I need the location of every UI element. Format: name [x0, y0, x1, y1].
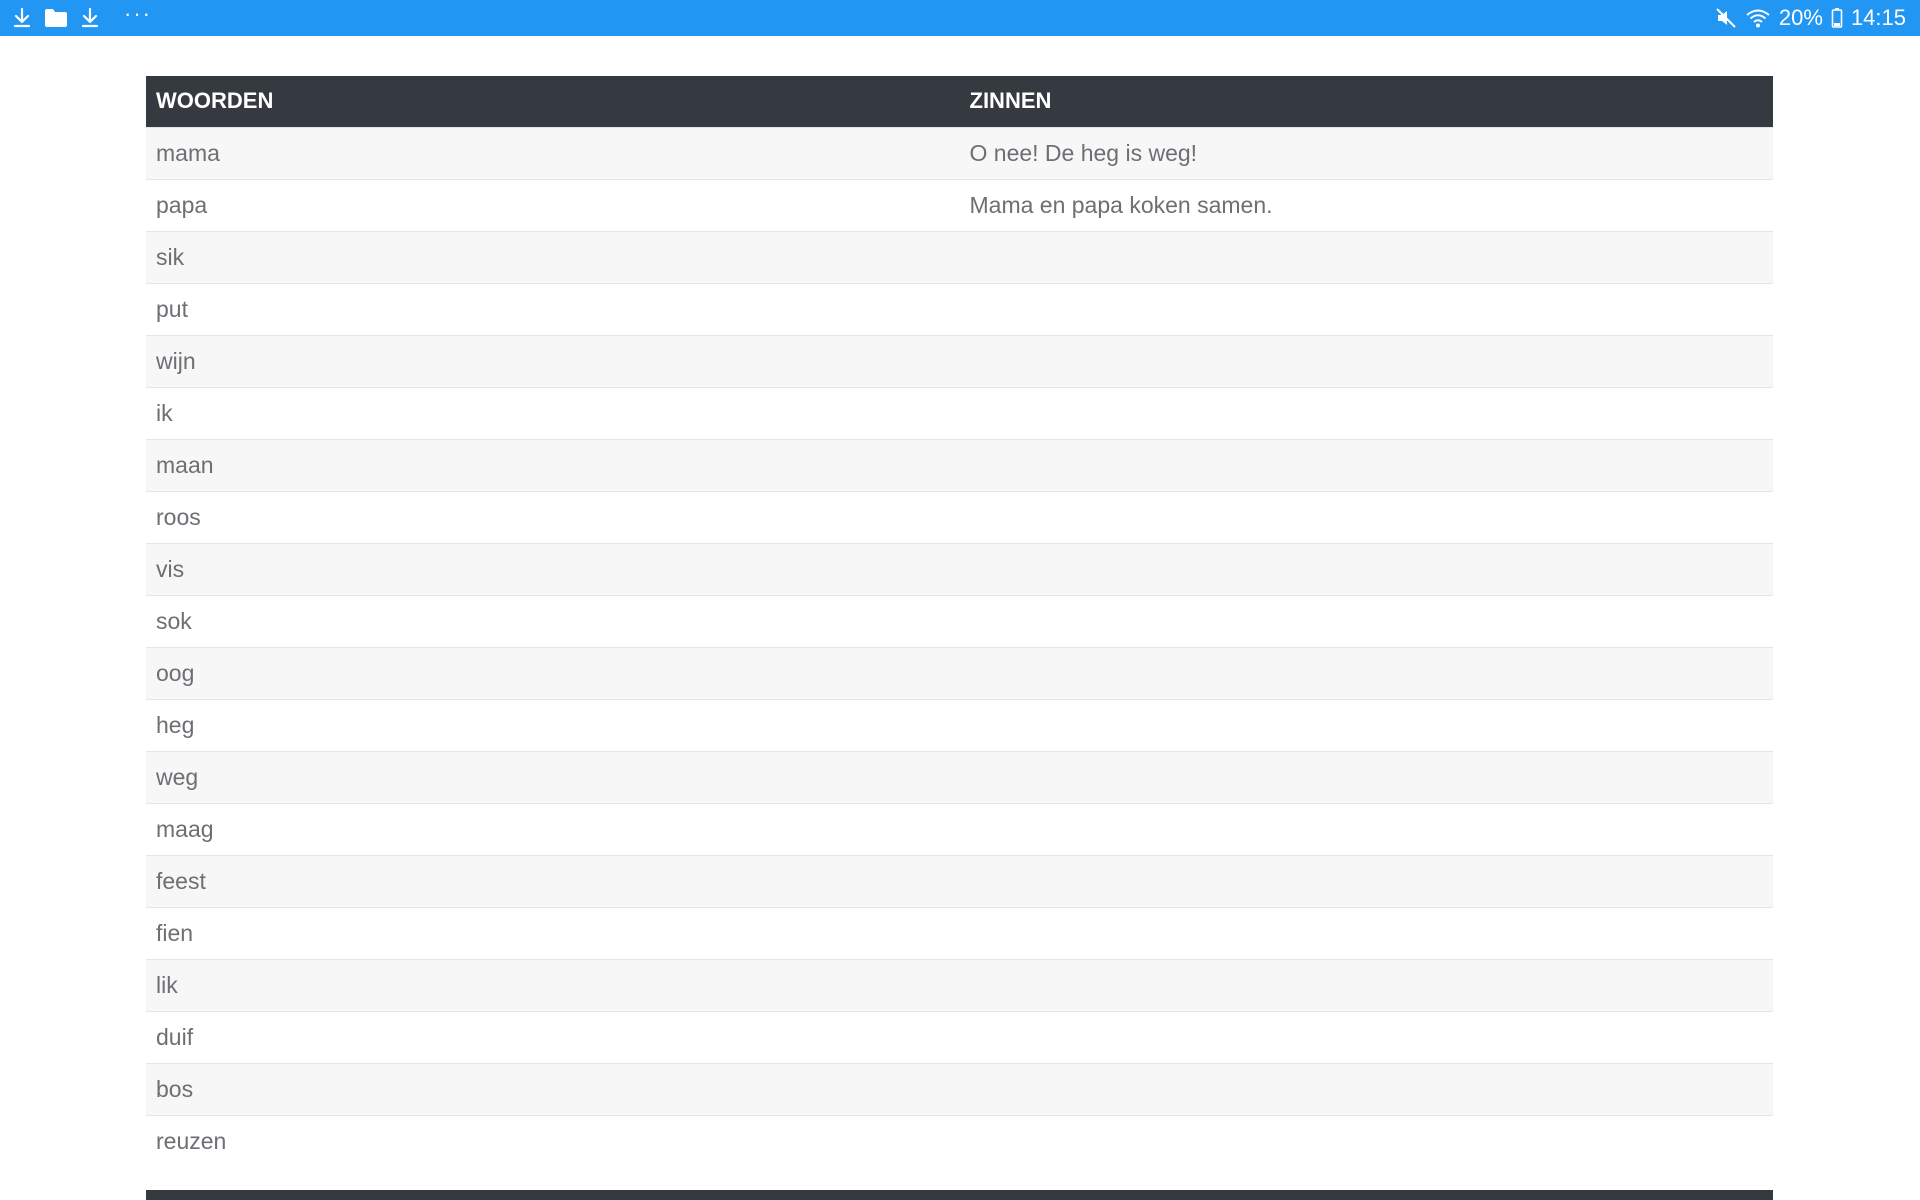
table-row: duif [146, 1010, 1773, 1063]
word-cell: heg [146, 698, 960, 751]
word-cell: weg [146, 750, 960, 803]
table-row: reuzen [146, 1114, 1773, 1167]
table-row: maag [146, 802, 1773, 855]
word-cell: sok [146, 594, 960, 647]
sentence-cell [959, 386, 1773, 439]
sentence-cell [959, 438, 1773, 491]
word-cell: mama [146, 126, 960, 179]
sentence-cell [959, 542, 1773, 595]
sentence-cell [959, 958, 1773, 1011]
mute-icon [1715, 7, 1737, 29]
sentence-cell [959, 854, 1773, 907]
sentence-cell [959, 282, 1773, 335]
sentence-cell [959, 906, 1773, 959]
table-row: maan [146, 438, 1773, 491]
word-cell: feest [146, 854, 960, 907]
battery-icon [1831, 7, 1843, 29]
word-table-container: WOORDEN ZINNEN mama O nee! De heg is weg!… [146, 76, 1773, 1167]
table-row: wijn [146, 334, 1773, 387]
next-table-header [146, 1190, 1773, 1200]
word-cell: oog [146, 646, 960, 699]
word-cell: lik [146, 958, 960, 1011]
word-cell: maan [146, 438, 960, 491]
word-cell: duif [146, 1010, 960, 1063]
table-row: sik [146, 230, 1773, 283]
word-cell: roos [146, 490, 960, 543]
word-cell: fien [146, 906, 960, 959]
table-row: papa Mama en papa koken samen. [146, 178, 1773, 231]
table-row: heg [146, 698, 1773, 751]
download-icon[interactable] [80, 7, 100, 29]
sentence-cell [959, 594, 1773, 647]
table-row: fien [146, 906, 1773, 959]
table-row: mama O nee! De heg is weg! [146, 126, 1773, 179]
table-row: weg [146, 750, 1773, 803]
status-bar-system: 20% 14:15 [1715, 5, 1906, 31]
word-cell: reuzen [146, 1114, 960, 1167]
sentence-cell [959, 802, 1773, 855]
status-bar: ··· 20% 14:15 [0, 0, 1920, 36]
sentence-cell [959, 1062, 1773, 1115]
word-table: WOORDEN ZINNEN mama O nee! De heg is weg!… [146, 76, 1773, 1167]
sentence-cell [959, 750, 1773, 803]
clock: 14:15 [1850, 5, 1906, 30]
more-icon[interactable]: ··· [124, 3, 152, 25]
word-cell: ik [146, 386, 960, 439]
sentence-cell [959, 1114, 1773, 1167]
status-bar-notifications: ··· [12, 3, 152, 29]
table-header-row: WOORDEN ZINNEN [146, 76, 1773, 127]
word-cell: bos [146, 1062, 960, 1115]
word-cell: vis [146, 542, 960, 595]
sentence-cell [959, 646, 1773, 699]
sentence-cell [959, 230, 1773, 283]
table-row: lik [146, 958, 1773, 1011]
sentence-cell: Mama en papa koken samen. [959, 178, 1773, 231]
table-row: sok [146, 594, 1773, 647]
folder-icon[interactable] [44, 8, 68, 28]
word-cell: wijn [146, 334, 960, 387]
table-row: bos [146, 1062, 1773, 1115]
sentence-cell [959, 490, 1773, 543]
table-row: ik [146, 386, 1773, 439]
table-row: vis [146, 542, 1773, 595]
sentence-cell: O nee! De heg is weg! [959, 126, 1773, 179]
word-cell: maag [146, 802, 960, 855]
table-row: put [146, 282, 1773, 335]
wifi-icon [1745, 8, 1771, 28]
table-row: oog [146, 646, 1773, 699]
word-cell: put [146, 282, 960, 335]
word-cell: sik [146, 230, 960, 283]
word-cell: papa [146, 178, 960, 231]
sentence-cell [959, 334, 1773, 387]
table-row: feest [146, 854, 1773, 907]
download-icon[interactable] [12, 7, 32, 29]
table-row: roos [146, 490, 1773, 543]
table-body: mama O nee! De heg is weg! papa Mama en pap… [146, 126, 1773, 1167]
battery-percentage: 20% [1778, 5, 1823, 30]
sentence-cell [959, 1010, 1773, 1063]
column-header-words: WOORDEN [146, 76, 960, 127]
sentence-cell [959, 698, 1773, 751]
column-header-sentences: ZINNEN [959, 76, 1773, 127]
